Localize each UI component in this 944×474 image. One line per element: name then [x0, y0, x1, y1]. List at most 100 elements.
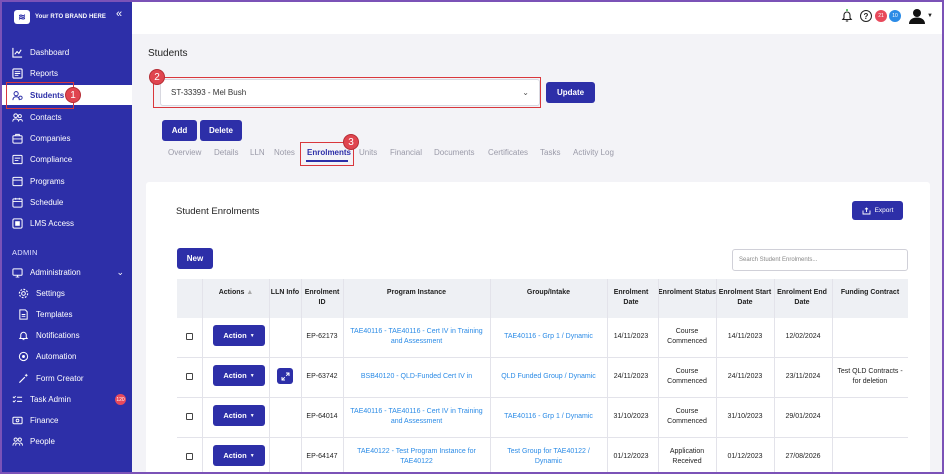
- sidebar-item-lms-access[interactable]: LMS Access: [0, 213, 132, 233]
- tab-certificates[interactable]: Certificates: [488, 148, 528, 157]
- sidebar-item-programs[interactable]: Programs: [0, 171, 132, 191]
- row-action-label: Action: [223, 331, 247, 340]
- row-action-button[interactable]: Action ▼: [213, 405, 265, 426]
- brand-name: Your RTO BRAND HERE: [35, 14, 107, 20]
- column-header-funding: Funding Contract: [840, 289, 900, 296]
- programs-icon: [12, 176, 23, 187]
- cell-group-link[interactable]: Test Group for TAE40122 / Dynamic: [494, 447, 603, 467]
- row-action-button[interactable]: Action ▼: [213, 365, 265, 386]
- sidebar-item-finance[interactable]: Finance: [0, 410, 132, 430]
- sidebar-item-label: Schedule: [30, 197, 64, 207]
- new-enrolment-button[interactable]: New: [177, 248, 213, 269]
- alerts-badge[interactable]: 21: [875, 10, 887, 22]
- sidebar-item-people[interactable]: People: [0, 431, 132, 451]
- cell-end-date: 27/08/2026: [785, 453, 821, 460]
- column-header-start: Enrolment Start Date: [718, 289, 772, 306]
- cell-group-link[interactable]: TAE40116 - Grp 1 / Dynamic: [494, 332, 603, 342]
- cell-program-link[interactable]: TAE40116 - TAE40116 - Cert IV in Trainin…: [347, 407, 486, 427]
- tab-activity-log[interactable]: Activity Log: [573, 148, 614, 157]
- cell-group-link[interactable]: TAE40116 - Grp 1 / Dynamic: [494, 412, 603, 422]
- help-icon[interactable]: ?: [860, 10, 872, 22]
- sort-icon: ▲: [246, 289, 254, 296]
- cell-program-link[interactable]: TAE40122 - Test Program Instance for TAE…: [347, 447, 486, 467]
- students-icon: [12, 90, 23, 101]
- update-button[interactable]: Update: [546, 82, 595, 103]
- sidebar-item-dashboard[interactable]: Dashboard: [0, 42, 132, 62]
- cell-start-date: 24/11/2023: [727, 373, 763, 380]
- delete-button[interactable]: Delete: [200, 120, 242, 141]
- sidebar-item-notifications[interactable]: Notifications: [0, 325, 132, 345]
- user-menu-caret-icon[interactable]: ▼: [927, 13, 933, 19]
- contacts-icon: [12, 112, 23, 123]
- notification-bell-icon[interactable]: [841, 9, 853, 23]
- cell-start-date: 14/11/2023: [727, 333, 763, 340]
- automation-icon: [18, 351, 29, 362]
- task-admin-count-badge: 120: [115, 394, 126, 405]
- lln-info-button[interactable]: [277, 368, 293, 384]
- column-divider: [832, 279, 833, 474]
- cell-program-link[interactable]: BSB40120 - QLD-Funded Cert IV in: [347, 372, 486, 382]
- user-avatar-icon[interactable]: [907, 8, 927, 24]
- sidebar-item-form-creator[interactable]: Form Creator: [0, 368, 132, 388]
- tab-financial[interactable]: Financial: [390, 148, 422, 157]
- cell-enrolment-id: EP-63742: [306, 373, 338, 380]
- sidebar-item-label: Settings: [36, 288, 65, 298]
- column-divider: [343, 279, 344, 474]
- tab-notes[interactable]: Notes: [274, 148, 295, 157]
- row-select-checkbox[interactable]: [186, 333, 193, 340]
- sidebar-item-automation[interactable]: Automation: [0, 346, 132, 366]
- sidebar-section-admin: ADMIN: [12, 248, 38, 257]
- messages-badge[interactable]: 10: [889, 10, 901, 22]
- cell-enrolment-id: EP-64147: [306, 453, 338, 460]
- sidebar-item-administration[interactable]: Administration ⌄: [0, 262, 132, 282]
- column-header-status: Enrolment Status: [658, 289, 716, 296]
- tab-overview[interactable]: Overview: [168, 148, 201, 157]
- sidebar-item-label: Administration: [30, 267, 81, 277]
- tab-documents[interactable]: Documents: [434, 148, 474, 157]
- row-select-checkbox[interactable]: [186, 413, 193, 420]
- tab-tasks[interactable]: Tasks: [540, 148, 560, 157]
- column-header-end: Enrolment End Date: [777, 289, 827, 306]
- collapse-sidebar-icon[interactable]: «: [116, 8, 122, 20]
- cell-program-link[interactable]: TAE40116 - TAE40116 - Cert IV in Trainin…: [347, 327, 486, 347]
- column-header-actions[interactable]: Actions ▲: [210, 288, 262, 298]
- search-enrolments-input[interactable]: Search Student Enrolments...: [732, 249, 908, 271]
- sidebar-item-schedule[interactable]: Schedule: [0, 192, 132, 212]
- export-label: Export: [874, 207, 894, 214]
- sidebar-item-label: Compliance: [30, 154, 73, 164]
- sidebar-item-settings[interactable]: Settings: [0, 283, 132, 303]
- add-button[interactable]: Add: [162, 120, 197, 141]
- cell-group-link[interactable]: QLD Funded Group / Dynamic: [494, 372, 603, 382]
- row-action-button[interactable]: Action ▼: [213, 445, 265, 466]
- finance-icon: [12, 415, 23, 426]
- tab-lln[interactable]: LLN: [250, 148, 265, 157]
- sidebar-item-templates[interactable]: Templates: [0, 304, 132, 324]
- tasks-icon: [12, 394, 23, 405]
- sidebar-item-contacts[interactable]: Contacts: [0, 107, 132, 127]
- export-button[interactable]: Export: [852, 201, 903, 220]
- row-select-checkbox[interactable]: [186, 453, 193, 460]
- sidebar-item-companies[interactable]: Companies: [0, 128, 132, 148]
- sidebar-item-reports[interactable]: Reports: [0, 63, 132, 83]
- caret-down-icon: ▼: [249, 332, 255, 339]
- row-action-label: Action: [223, 451, 247, 460]
- brand[interactable]: ≋ Your RTO BRAND HERE: [14, 10, 106, 24]
- tab-units[interactable]: Units: [359, 148, 377, 157]
- callout-badge: 3: [343, 134, 359, 150]
- student-select[interactable]: ST-33393 - Mel Bush ⌄: [160, 79, 540, 106]
- sidebar-item-label: Task Admin: [30, 394, 71, 404]
- chevron-down-icon[interactable]: ⌄: [116, 267, 124, 278]
- cell-enrolment-id: EP-64014: [306, 413, 338, 420]
- sidebar-item-label: Dashboard: [30, 47, 70, 57]
- row-action-button[interactable]: Action ▼: [213, 325, 265, 346]
- tab-details[interactable]: Details: [214, 148, 238, 157]
- cell-enrol-date: 31/10/2023: [613, 413, 649, 420]
- tab-enrolments[interactable]: Enrolments: [307, 148, 351, 157]
- column-header-program: Program Instance: [386, 289, 447, 296]
- sidebar-item-compliance[interactable]: Compliance: [0, 149, 132, 169]
- row-select-checkbox[interactable]: [186, 373, 193, 380]
- sidebar-item-task-admin[interactable]: Task Admin: [0, 389, 132, 409]
- row-divider: [177, 397, 908, 398]
- export-icon: [862, 206, 871, 214]
- caret-down-icon: ▼: [249, 412, 255, 419]
